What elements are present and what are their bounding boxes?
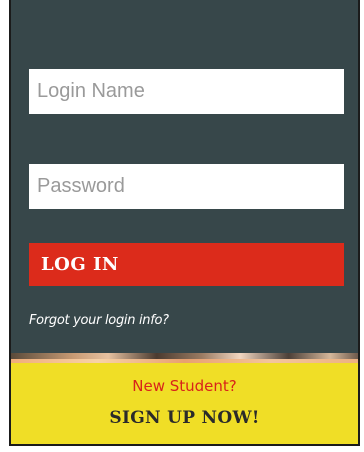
login-button[interactable]: LOG IN: [29, 243, 344, 286]
signup-button[interactable]: SIGN UP NOW!: [11, 408, 358, 428]
login-panel: LOG IN Forgot your login info?: [11, 0, 358, 353]
signup-panel: New Student? SIGN UP NOW!: [11, 363, 358, 444]
password-input[interactable]: [29, 164, 344, 209]
new-student-label: New Student?: [132, 377, 237, 395]
login-widget: LOG IN Forgot your login info? New Stude…: [9, 0, 360, 446]
forgot-login-link[interactable]: Forgot your login info?: [29, 313, 169, 328]
decorative-photo-strip: [11, 353, 358, 363]
login-name-input[interactable]: [29, 69, 344, 114]
